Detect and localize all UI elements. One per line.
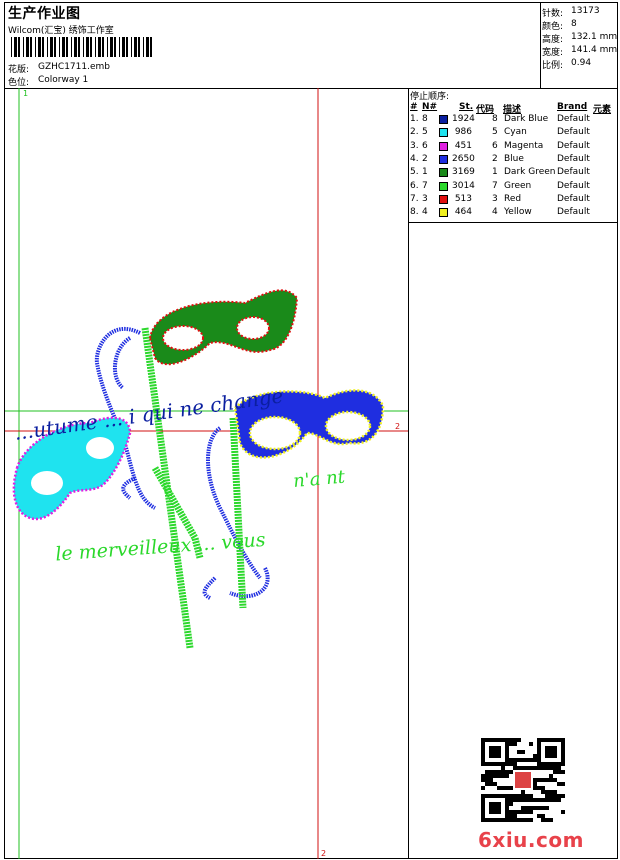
- color-swatch: [439, 194, 448, 204]
- stop-sequence-row: 6. 7 3014 7 Green Default: [409, 181, 619, 194]
- row-stitches: 451: [454, 140, 472, 151]
- design-canvas: 1 2 2 ...utume ... i qui ne change n'a n…: [5, 88, 408, 859]
- stats-divider: [540, 2, 541, 88]
- stop-sequence-row: 2. 5 986 5 Cyan Default: [409, 127, 619, 140]
- height-label: 高度:: [542, 35, 564, 45]
- row-desc: Yellow: [504, 207, 532, 218]
- row-idx: 7.: [410, 193, 419, 204]
- row-idx: 3.: [410, 140, 419, 151]
- row-desc: Red: [504, 193, 522, 204]
- guide-marker-2-bottom: 2: [321, 849, 326, 858]
- color-swatch: [439, 168, 448, 178]
- stitch-count-value: 13173: [571, 6, 600, 16]
- stop-sequence-title: 停止顺序:: [410, 92, 450, 102]
- col-index-header: #: [410, 102, 418, 112]
- row-brand: Default: [557, 167, 590, 178]
- col-brand-header: Brand: [557, 102, 588, 112]
- row-idx: 1.: [410, 114, 419, 124]
- design-filename: GZHC1711.emb: [38, 62, 110, 72]
- row-stitches: 3014: [452, 180, 475, 191]
- row-idx: 6.: [410, 180, 419, 191]
- row-desc: Blue: [504, 153, 524, 164]
- row-code: 2: [492, 153, 498, 164]
- color-swatch: [439, 154, 448, 164]
- color-swatch: [439, 128, 448, 138]
- green-stems: [141, 327, 247, 649]
- row-code: 4: [492, 207, 498, 218]
- row-stitches: 986: [454, 127, 472, 138]
- studio-name: Wilcom(汇宝) 绣饰工作室: [8, 26, 114, 36]
- row-stitches: 3169: [452, 167, 475, 178]
- green-script-text-1: n'a nt: [292, 466, 346, 492]
- height-value: 132.1 mm: [571, 32, 618, 42]
- color-count-value: 8: [571, 19, 577, 29]
- col-stitches-header: St.: [459, 102, 474, 112]
- row-stitches: 513: [454, 193, 472, 204]
- row-desc: Dark Blue: [504, 114, 549, 124]
- table-bottom-line: [408, 222, 618, 223]
- stop-sequence-row: 1. 8 1924 8 Dark Blue Default: [409, 114, 619, 127]
- col-needle-header: N#: [422, 102, 438, 112]
- row-n: 3: [422, 193, 428, 204]
- width-label: 宽度:: [542, 48, 564, 58]
- row-brand: Default: [557, 153, 590, 164]
- row-n: 2: [422, 153, 428, 164]
- row-n: 5: [422, 127, 428, 138]
- stop-sequence-row: 8. 4 464 4 Yellow Default: [409, 207, 619, 220]
- row-desc: Cyan: [504, 127, 527, 138]
- color-swatch: [439, 141, 448, 151]
- barcode: [8, 37, 152, 57]
- colorway-value: Colorway 1: [38, 75, 89, 85]
- row-n: 6: [422, 140, 428, 151]
- row-n: 1: [422, 167, 428, 178]
- watermark-logo: 6xiu.com: [478, 828, 584, 852]
- scale-value: 0.94: [571, 58, 592, 68]
- row-n: 7: [422, 180, 428, 191]
- stop-sequence-row: 4. 2 2650 2 Blue Default: [409, 154, 619, 167]
- row-stitches: 2650: [452, 153, 475, 164]
- guide-marker-2-right: 2: [395, 422, 400, 431]
- qr-code: [481, 738, 565, 822]
- stop-sequence-row: 5. 1 3169 1 Dark Green Default: [409, 167, 619, 180]
- row-code: 6: [492, 140, 498, 151]
- width-value: 141.4 mm: [571, 45, 618, 55]
- dark-green-mask: [148, 289, 299, 366]
- row-brand: Default: [557, 207, 590, 218]
- row-idx: 2.: [410, 127, 419, 138]
- row-idx: 5.: [410, 167, 419, 178]
- row-code: 3: [492, 193, 498, 204]
- row-brand: Default: [557, 140, 590, 151]
- row-desc: Dark Green: [504, 167, 556, 178]
- row-n: 4: [422, 207, 428, 218]
- color-swatch: [439, 208, 448, 218]
- row-brand: Default: [557, 127, 590, 138]
- guide-marker-1: 1: [23, 89, 28, 98]
- color-count-label: 颜色:: [542, 22, 564, 32]
- row-brand: Default: [557, 114, 590, 124]
- color-swatch: [439, 115, 448, 124]
- row-code: 5: [492, 127, 498, 138]
- row-desc: Green: [504, 180, 532, 191]
- scale-label: 比例:: [542, 61, 564, 71]
- colorway-label: 色位:: [8, 78, 30, 88]
- row-stitches: 1924: [452, 114, 475, 124]
- row-code: 7: [492, 180, 498, 191]
- color-swatch: [439, 181, 448, 191]
- page-title: 生产作业图: [8, 6, 81, 22]
- stop-sequence-row: 3. 6 451 6 Magenta Default: [409, 141, 619, 154]
- green-script-text-2: le merveilleux ... vous: [55, 529, 267, 566]
- design-label: 花版:: [8, 65, 30, 75]
- stitch-count-label: 针数:: [542, 9, 564, 19]
- row-brand: Default: [557, 180, 590, 191]
- row-desc: Magenta: [504, 140, 544, 151]
- row-brand: Default: [557, 193, 590, 204]
- row-code: 1: [492, 167, 498, 178]
- stop-sequence-row: 7. 3 513 3 Red Default: [409, 194, 619, 207]
- row-n: 8: [422, 114, 428, 124]
- row-idx: 8.: [410, 207, 419, 218]
- row-idx: 4.: [410, 153, 419, 164]
- row-stitches: 464: [454, 207, 472, 218]
- row-code: 8: [492, 114, 498, 124]
